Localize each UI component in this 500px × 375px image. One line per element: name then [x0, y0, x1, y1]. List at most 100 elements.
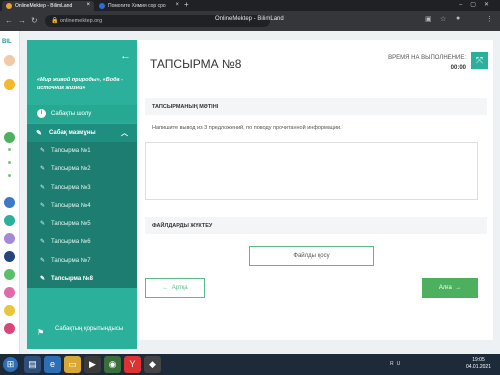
yandex-app-icon[interactable]: Y [124, 356, 141, 373]
extension-icon[interactable]: ▣ [425, 15, 432, 23]
task-text-header: ТАПСЫРМАНЫҢ МӘТІНІ [145, 98, 487, 115]
back-button-label: Артқа [171, 285, 188, 291]
close-tab-icon[interactable]: × [175, 2, 179, 8]
sidebar-item-label: Сабақты шолу [51, 111, 92, 117]
arrow-left-icon: ← [162, 285, 172, 291]
sidebar-item-summary[interactable]: ⚑ Сабақтың қорытындысы [27, 323, 137, 349]
task-label: Тапсырма №1 [51, 148, 91, 154]
task-label: Тапсырма №8 [51, 276, 93, 283]
clock[interactable]: 19:05 04.01.2021 [466, 357, 491, 371]
collapse-sidebar-icon[interactable]: ← [120, 50, 131, 62]
clock-time: 19:05 [472, 357, 485, 363]
avatar[interactable] [4, 55, 15, 66]
timer: ВРЕМЯ НА ВЫПОЛНЕНИЕ: 00:00 [388, 53, 466, 73]
tray-language[interactable]: RU [390, 361, 403, 367]
next-button[interactable]: Алға → [422, 278, 478, 298]
edit-icon: ✎ [40, 221, 46, 228]
page-window-title: OnlineMektep - BilimLand [215, 16, 284, 22]
coin-icon[interactable] [4, 79, 15, 90]
sidebar-item-task-2[interactable]: ✎ Тапсырма №2 [27, 160, 137, 178]
app-icon-navy[interactable] [4, 251, 15, 262]
timer-label: ВРЕМЯ НА ВЫПОЛНЕНИЕ: [388, 55, 466, 61]
lock-icon: 🔒 [51, 18, 59, 24]
status-dot [8, 161, 11, 164]
browser-app-icon[interactable]: e [44, 356, 61, 373]
forward-nav-icon[interactable]: → [18, 16, 26, 25]
app-icon-green[interactable] [4, 132, 15, 143]
fullscreen-icon[interactable]: ⤧ [471, 52, 488, 69]
folder-app-icon[interactable]: ▭ [64, 356, 81, 373]
favicon-icon [6, 3, 12, 9]
lesson-sidebar: ← «Мир живой природы», «Вода - источник … [27, 40, 137, 349]
task-list: ✎ Тапсырма №1 ✎ Тапсырма №2 ✎ Тапсырма №3 ✎… [27, 142, 137, 289]
next-button-label: Алға [438, 285, 452, 291]
sidebar-item-task-5[interactable]: ✎ Тапсырма №5 [27, 215, 137, 233]
browser-tab[interactable]: Помогите Химия сор сро × [95, 1, 183, 11]
browser-tab-strip: OnlineMektep - BilimLand × Помогите Хими… [0, 0, 500, 11]
edit-icon: ✎ [36, 130, 42, 137]
back-button[interactable]: ← Артқа [145, 278, 205, 298]
sidebar-item-task-3[interactable]: ✎ Тапсырма №3 [27, 179, 137, 197]
status-dot [8, 174, 11, 177]
menu-icon[interactable]: ⋮ [486, 15, 493, 23]
url-text: onlinemektep.org [60, 18, 103, 24]
new-tab-button[interactable]: + [184, 0, 189, 9]
page-title: ТАПСЫРМА №8 [150, 57, 242, 71]
edit-icon: ✎ [40, 257, 46, 264]
profile-icon[interactable]: ● [456, 15, 460, 22]
chevron-up-icon: ︿ [121, 130, 128, 137]
task-label: Тапсырма №6 [51, 239, 91, 246]
lesson-topic: «Мир живой природы», «Вода - источник жи… [37, 77, 123, 91]
add-file-button[interactable]: Файлды қосу [249, 246, 374, 266]
task-panel: ТАПСЫРМА №8 ВРЕМЯ НА ВЫПОЛНЕНИЕ: 00:00 ⤧… [137, 40, 493, 340]
sidebar-item-lesson-content[interactable]: ✎ Сабақ мазмұны ︿ [27, 124, 137, 142]
sidebar-item-label: Сабақ мазмұны [49, 130, 96, 136]
task-label: Тапсырма №4 [51, 202, 91, 209]
page-viewport: BIL ← «Мир живой природы», «Вода - источ… [0, 31, 500, 354]
task-label: Тапсырма №2 [51, 166, 91, 173]
app-icon-blue[interactable] [4, 197, 15, 208]
start-button[interactable]: ⊞ [3, 357, 18, 372]
edit-icon: ✎ [40, 184, 46, 191]
sidebar-item-task-4[interactable]: ✎ Тапсырма №4 [27, 197, 137, 215]
system-tray[interactable]: RU [390, 361, 403, 367]
app-icon-magenta[interactable] [4, 323, 15, 334]
status-dot [8, 148, 11, 151]
browser-tab-active[interactable]: OnlineMektep - BilimLand × [2, 1, 94, 11]
app-icon-yellow[interactable] [4, 305, 15, 316]
task-label: Тапсырма №3 [51, 184, 91, 191]
media-app-icon[interactable]: ▶ [84, 356, 101, 373]
file-upload-header: ФАЙЛДАРДЫ ЖҮКТЕУ [145, 217, 487, 234]
edit-icon: ✎ [40, 276, 46, 283]
clock-date: 04.01.2021 [465, 364, 491, 370]
sidebar-item-task-8[interactable]: ✎ Тапсырма №8 [27, 270, 137, 288]
edit-icon: ✎ [40, 148, 46, 154]
task-label: Тапсырма №5 [51, 221, 91, 228]
task-instruction: Напишите вывод из 3 предложений, по пово… [152, 125, 342, 131]
arrow-right-icon: → [451, 285, 462, 291]
sidebar-item-task-7[interactable]: ✎ Тапсырма №7 [27, 252, 137, 270]
window-controls[interactable]: –▢✕ [459, 1, 497, 8]
answer-textarea[interactable] [145, 142, 478, 200]
app-icon-purple[interactable] [4, 233, 15, 244]
star-icon[interactable]: ☆ [440, 15, 446, 23]
explorer-app-icon[interactable]: ▤ [24, 356, 41, 373]
app-icon-teal[interactable] [4, 215, 15, 226]
chrome-app-icon[interactable]: ◉ [104, 356, 121, 373]
sidebar-item-task-1[interactable]: ✎ Тапсырма №1 [27, 142, 137, 160]
sidebar-item-task-6[interactable]: ✎ Тапсырма №6 [27, 233, 137, 251]
reload-icon[interactable]: ↻ [31, 16, 38, 25]
os-taskbar: ⊞ ▤ e ▭ ▶ ◉ Y ◆ RU 19:05 04.01.2021 [0, 354, 500, 375]
tab-label: OnlineMektep - BilimLand [15, 3, 73, 9]
edit-icon: ✎ [40, 166, 46, 173]
app-rail: BIL [0, 31, 20, 354]
app-icon[interactable]: ◆ [144, 356, 161, 373]
app-icon-pink[interactable] [4, 287, 15, 298]
close-tab-icon[interactable]: × [86, 2, 90, 8]
sidebar-item-lesson-review[interactable]: i Сабақты шолу [27, 105, 137, 123]
brand-logo: BIL [2, 39, 12, 45]
info-icon: i [37, 109, 46, 118]
app-icon-green-2[interactable] [4, 269, 15, 280]
flag-icon: ⚑ [37, 328, 45, 337]
back-nav-icon[interactable]: ← [5, 16, 13, 25]
